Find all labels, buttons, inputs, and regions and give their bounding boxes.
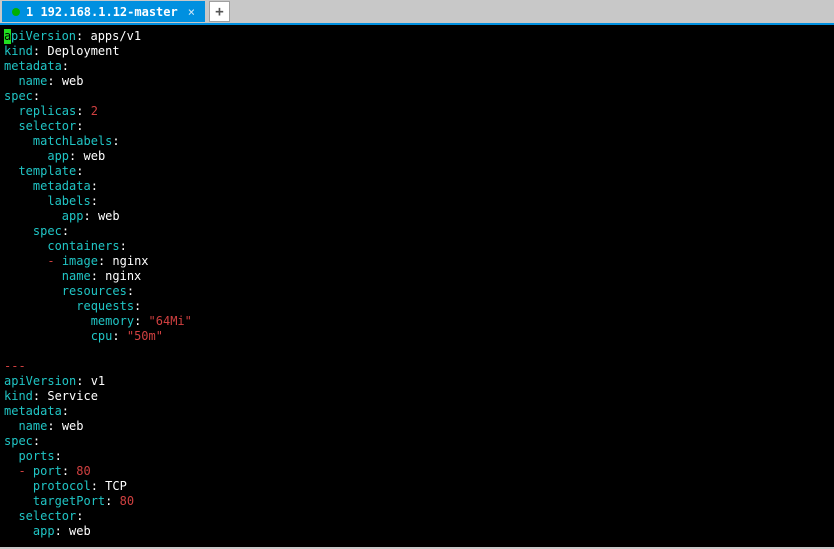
yaml-key: selector <box>18 119 76 133</box>
yaml-dash: - <box>18 464 25 478</box>
yaml-value: nginx <box>112 254 148 268</box>
yaml-key: metadata <box>4 404 62 418</box>
yaml-key: template <box>18 164 76 178</box>
yaml-value: web <box>62 419 84 433</box>
yaml-value: web <box>69 524 91 538</box>
terminal-editor[interactable]: apiVersion: apps/v1 kind: Deployment met… <box>0 25 834 547</box>
tab-bar: 1 192.168.1.12-master × + <box>0 0 834 25</box>
yaml-key: spec <box>33 224 62 238</box>
yaml-key: selector <box>18 509 76 523</box>
tab-active[interactable]: 1 192.168.1.12-master × <box>2 1 205 22</box>
yaml-value: "64Mi" <box>149 314 192 328</box>
yaml-value: v1 <box>91 374 105 388</box>
yaml-value: nginx <box>105 269 141 283</box>
yaml-value: 80 <box>76 464 90 478</box>
cursor: a <box>4 29 11 44</box>
yaml-key: apiVersion <box>4 374 76 388</box>
yaml-key: app <box>33 524 55 538</box>
yaml-key: replicas <box>18 104 76 118</box>
yaml-key: piVersion <box>11 29 76 43</box>
yaml-key: ports <box>18 449 54 463</box>
yaml-key: spec <box>4 89 33 103</box>
yaml-value: Deployment <box>47 44 119 58</box>
plus-icon: + <box>215 4 223 20</box>
yaml-value: Service <box>47 389 98 403</box>
yaml-key: app <box>62 209 84 223</box>
yaml-key: name <box>62 269 91 283</box>
yaml-key: name <box>18 74 47 88</box>
yaml-key: matchLabels <box>33 134 112 148</box>
yaml-value: web <box>84 149 106 163</box>
yaml-key: cpu <box>91 329 113 343</box>
yaml-key: requests <box>76 299 134 313</box>
add-tab-button[interactable]: + <box>209 1 230 22</box>
yaml-key: resources <box>62 284 127 298</box>
yaml-value: apps/v1 <box>90 29 141 43</box>
yaml-key: kind <box>4 44 33 58</box>
yaml-dash: - <box>47 254 54 268</box>
yaml-doc-separator: --- <box>4 359 26 373</box>
yaml-key: labels <box>47 194 90 208</box>
yaml-key: image <box>62 254 98 268</box>
tab-close-icon[interactable]: × <box>188 5 195 19</box>
yaml-key: spec <box>4 434 33 448</box>
yaml-value: web <box>62 74 84 88</box>
yaml-key: kind <box>4 389 33 403</box>
tab-label: 1 192.168.1.12-master <box>26 5 178 19</box>
yaml-key: app <box>47 149 69 163</box>
yaml-value: "50m" <box>127 329 163 343</box>
yaml-key: metadata <box>33 179 91 193</box>
yaml-value: TCP <box>105 479 127 493</box>
yaml-key: name <box>18 419 47 433</box>
yaml-key: metadata <box>4 59 62 73</box>
yaml-key: protocol <box>33 479 91 493</box>
yaml-key: containers <box>47 239 119 253</box>
yaml-value: 2 <box>91 104 98 118</box>
yaml-value: 80 <box>120 494 134 508</box>
yaml-key: memory <box>91 314 134 328</box>
yaml-value: web <box>98 209 120 223</box>
yaml-key: port <box>33 464 62 478</box>
connection-status-dot <box>12 8 20 16</box>
yaml-key: targetPort <box>33 494 105 508</box>
